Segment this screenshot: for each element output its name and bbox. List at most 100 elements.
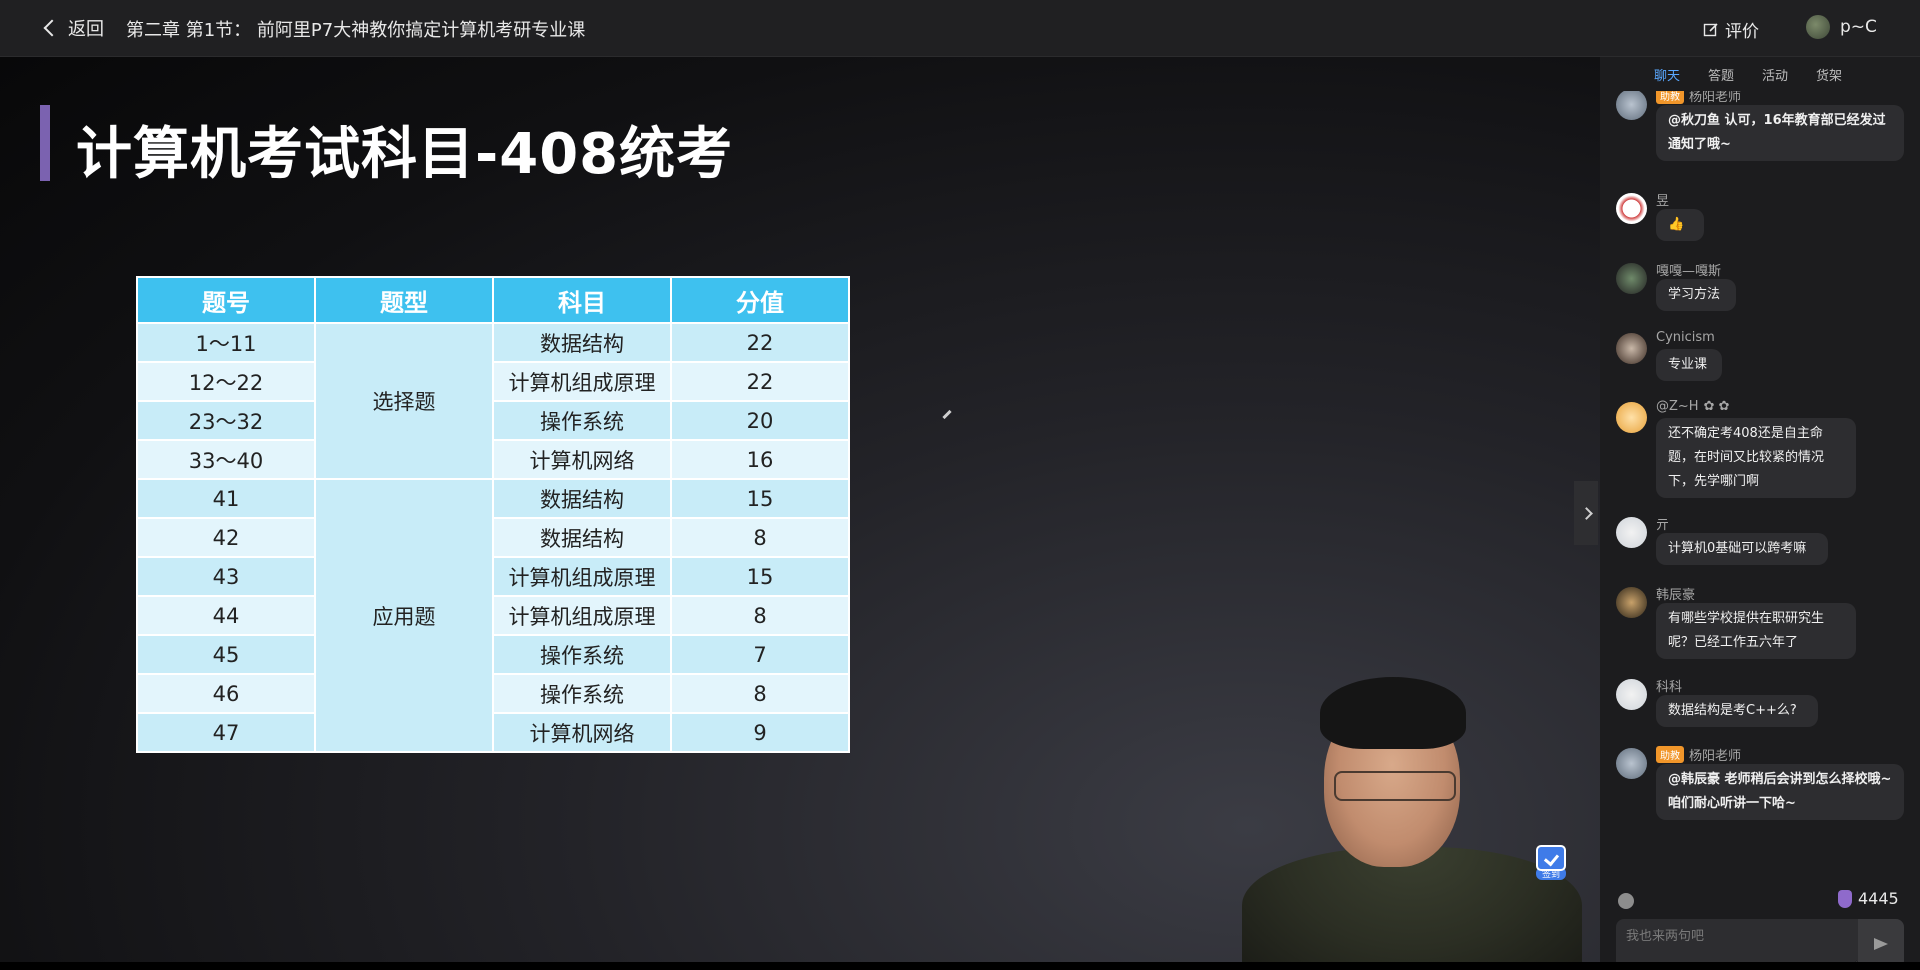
header-question-no: 题号 — [136, 276, 316, 324]
bottom-strip — [0, 962, 1920, 970]
chevron-right-icon — [1579, 506, 1593, 520]
avatar — [1616, 748, 1647, 779]
message-bubble: 有哪些学校提供在职研究生呢？已经工作五六年了 — [1656, 603, 1856, 659]
table-cell: 数据结构 — [492, 478, 672, 519]
table-cell: 16 — [670, 439, 850, 480]
author-name: 嘎嘎—嘎斯 — [1656, 264, 1722, 279]
header-subject: 科目 — [492, 276, 672, 324]
avatar — [1616, 587, 1647, 618]
table-row: 46 操作系统 8 — [136, 673, 850, 714]
avatar — [1616, 679, 1647, 710]
table-cell: 23～32 — [136, 400, 316, 441]
table-cell: 33～40 — [136, 439, 316, 480]
table-cell: 计算机组成原理 — [492, 595, 672, 636]
pen-cursor-icon — [942, 409, 952, 420]
table-row: 41 应用题 数据结构 15 — [136, 478, 850, 753]
message-author: 亓 — [1656, 514, 1669, 533]
author-name: Cynicism — [1656, 330, 1715, 345]
table-row: 45 操作系统 7 — [136, 634, 850, 675]
message-author: 助教 杨阳老师 — [1656, 745, 1741, 764]
presenter-glasses — [1334, 771, 1456, 801]
table-row: 42 数据结构 8 — [136, 517, 850, 558]
avatar — [1616, 517, 1647, 548]
table-cell: 8 — [670, 517, 850, 558]
avatar — [1616, 263, 1647, 294]
message-author: 韩辰豪 — [1656, 584, 1695, 603]
author-name: 亓 — [1656, 518, 1670, 533]
message-bubble: @秋刀鱼 认可，16年教育部已经发过通知了哦~ — [1656, 105, 1904, 161]
table-cell: 计算机网络 — [492, 439, 672, 480]
slide-title: 计算机考试科目-408统考 — [76, 122, 734, 187]
tab-chat[interactable]: 聊天 — [1654, 65, 1680, 84]
author-name: 杨阳老师 — [1689, 749, 1742, 764]
rate-label: 评价 — [1725, 22, 1759, 42]
assistant-badge: 助教 — [1656, 746, 1684, 763]
table-row: 33～40 计算机网络 16 — [136, 439, 850, 480]
title-accent-bar — [40, 105, 50, 181]
exam-subjects-table: 题号 题型 科目 分值 1～11 选择题 数据结构 22 12～22 计算机组成… — [136, 276, 850, 753]
table-row: 44 计算机组成原理 8 — [136, 595, 850, 636]
message-bubble: 专业课 — [1656, 349, 1722, 381]
message-author: 昱 — [1656, 190, 1669, 209]
tab-quiz[interactable]: 答题 — [1708, 65, 1734, 84]
table-cell: 22 — [670, 322, 850, 363]
message-bubble: 学习方法 — [1656, 279, 1736, 311]
table-cell: 操作系统 — [492, 400, 672, 441]
table-cell: 计算机组成原理 — [492, 361, 672, 402]
user-menu[interactable]: p~C — [1806, 15, 1877, 39]
message-author: Cynicism — [1656, 330, 1715, 345]
table-cell: 9 — [670, 712, 850, 753]
table-cell: 20 — [670, 400, 850, 441]
table-cell: 15 — [670, 556, 850, 597]
edit-icon — [1703, 22, 1718, 36]
course-title: 第二章 第1节： 前阿里P7大神教你搞定计算机考研专业课 — [126, 20, 586, 41]
like-icon — [1838, 889, 1852, 908]
checkin-button[interactable]: 签到 — [1536, 845, 1568, 883]
table-cell: 44 — [136, 595, 316, 636]
assistant-badge: 助教 — [1656, 91, 1684, 104]
like-counter[interactable]: 4445 — [1838, 889, 1899, 908]
avatar — [1806, 15, 1830, 39]
rate-button[interactable]: 评价 — [1703, 17, 1759, 42]
author-name: 杨阳老师 — [1689, 91, 1742, 105]
table-cell: 操作系统 — [492, 673, 672, 714]
table-cell: 8 — [670, 595, 850, 636]
chat-panel: 聊天 答题 活动 货架 助教 杨阳老师 @秋刀鱼 认可，16年教育部已经发过通知了… — [1600, 57, 1920, 970]
tab-activity[interactable]: 活动 — [1762, 65, 1788, 84]
message-author: 嘎嘎—嘎斯 — [1656, 260, 1721, 279]
chat-message-list[interactable]: 助教 杨阳老师 @秋刀鱼 认可，16年教育部已经发过通知了哦~ 昱 👍 嘎嘎—嘎斯… — [1600, 91, 1920, 877]
table-cell: 数据结构 — [492, 322, 672, 363]
chat-tabs: 聊天 答题 活动 货架 — [1600, 57, 1920, 91]
like-count: 4445 — [1858, 889, 1899, 908]
author-name: 昱 — [1656, 194, 1670, 209]
table-row: 1～11 选择题 数据结构 22 — [136, 322, 850, 480]
live-video-stage: 计算机考试科目-408统考 题号 题型 科目 分值 1～11 选择题 数据结构 … — [0, 57, 1600, 962]
toggle-panel-button[interactable] — [1574, 481, 1598, 545]
emoji-icon[interactable] — [1618, 893, 1634, 909]
table-cell: 42 — [136, 517, 316, 558]
tab-shelf[interactable]: 货架 — [1816, 65, 1842, 84]
table-cell: 43 — [136, 556, 316, 597]
message-bubble: @韩辰豪 老师稍后会讲到怎么择校哦~咱们耐心听讲一下哈~ — [1656, 764, 1904, 820]
back-button[interactable]: 返回 — [43, 16, 104, 40]
table-header-row: 题号 题型 科目 分值 — [136, 276, 850, 324]
table-cell: 47 — [136, 712, 316, 753]
message-author: @Z~H ✿ ✿ — [1656, 399, 1730, 414]
flower-icon: ✿ ✿ — [1703, 399, 1730, 414]
message-bubble: 还不确定考408还是自主命题，在时间又比较紧的情况下，先学哪门啊 — [1656, 418, 1856, 498]
table-row: 23～32 操作系统 20 — [136, 400, 850, 441]
table-row: 12～22 计算机组成原理 22 — [136, 361, 850, 402]
chat-input-area: 4445 — [1600, 877, 1920, 970]
header-question-type: 题型 — [314, 276, 494, 324]
table-cell: 计算机组成原理 — [492, 556, 672, 597]
avatar — [1616, 193, 1647, 224]
header-score: 分值 — [670, 276, 850, 324]
table-cell-type: 应用题 — [314, 478, 494, 753]
top-bar: 返回 第二章 第1节： 前阿里P7大神教你搞定计算机考研专业课 评价 p~C — [0, 0, 1920, 57]
calendar-check-icon — [1536, 845, 1566, 871]
back-label: 返回 — [68, 19, 104, 40]
message-author: 助教 杨阳老师 — [1656, 91, 1741, 105]
user-name: p~C — [1840, 17, 1877, 37]
message-bubble: 数据结构是考C++么? — [1656, 695, 1818, 727]
table-row: 47 计算机网络 9 — [136, 712, 850, 753]
